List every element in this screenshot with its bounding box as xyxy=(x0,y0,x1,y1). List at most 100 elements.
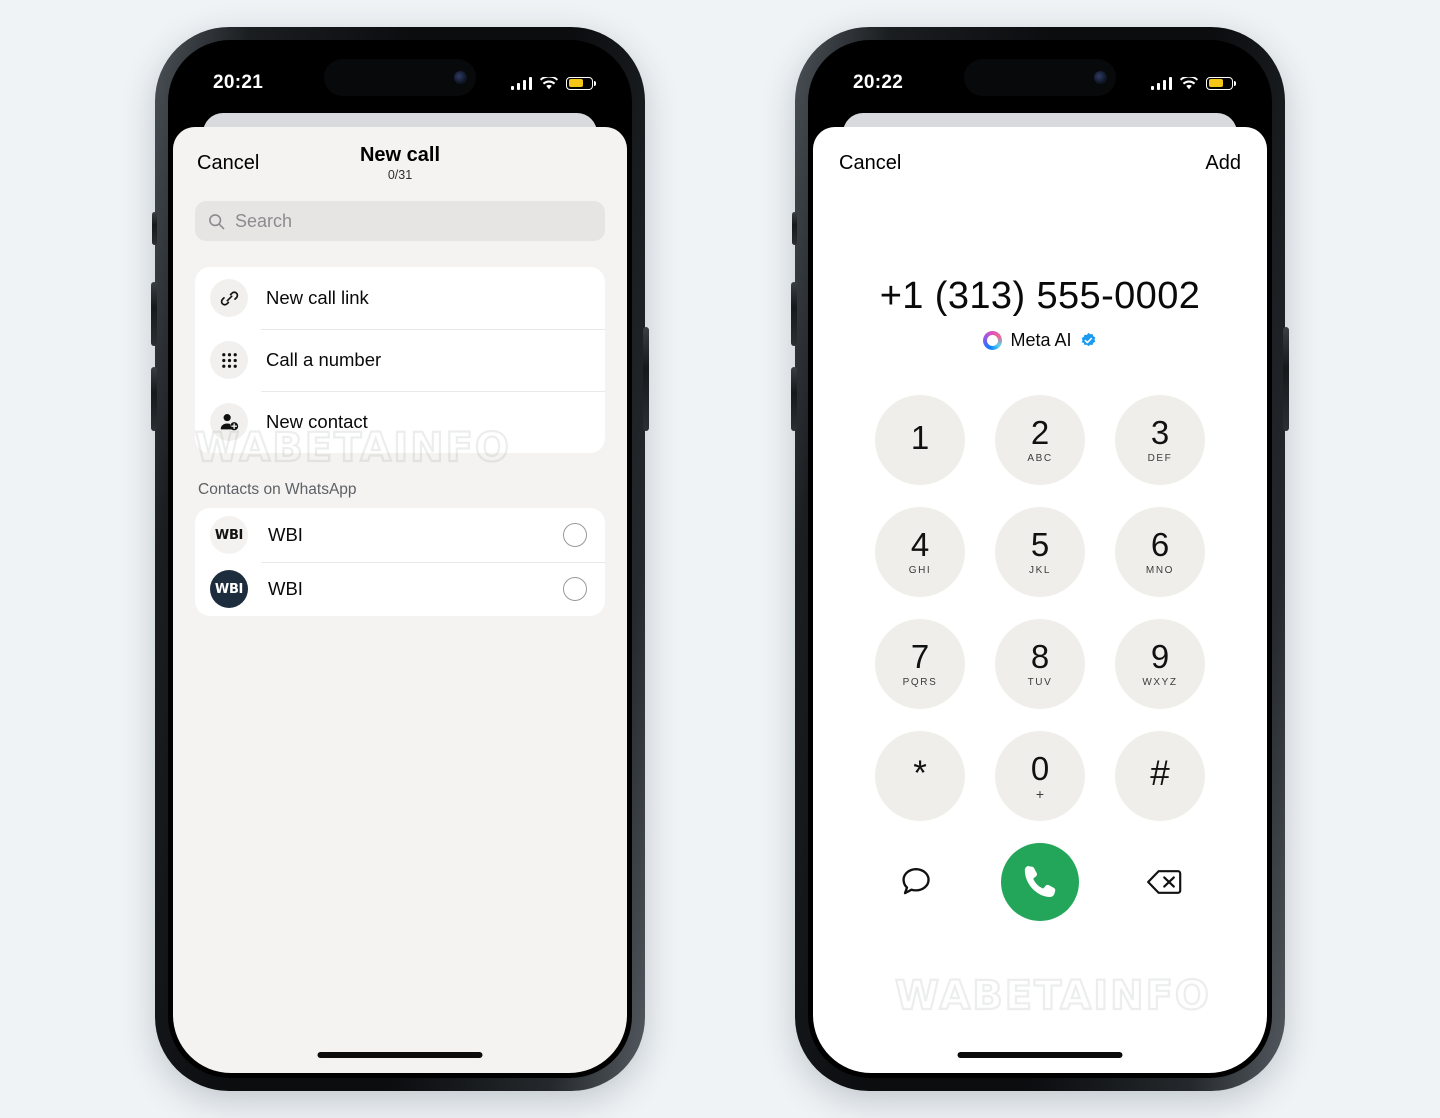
key-letters: GHI xyxy=(908,565,932,576)
call-button[interactable] xyxy=(1001,843,1079,921)
dialer-sheet: Cancel Add +1 (313) 555-0002 Meta AI 1 2… xyxy=(813,127,1267,1073)
power-button[interactable] xyxy=(1283,327,1289,431)
key-letters: PQRS xyxy=(902,677,938,688)
key-letters: ABC xyxy=(1027,453,1053,464)
dialpad-key-0[interactable]: 0 + xyxy=(995,731,1085,821)
contact-select-checkbox[interactable] xyxy=(563,577,587,601)
dynamic-island xyxy=(964,59,1116,96)
power-button[interactable] xyxy=(643,327,649,431)
mute-switch-button[interactable] xyxy=(152,212,157,245)
dialpad-key-8[interactable]: 8 TUV xyxy=(995,619,1085,709)
volume-up-button[interactable] xyxy=(791,282,797,346)
dialed-number-block: +1 (313) 555-0002 Meta AI xyxy=(813,275,1267,351)
dialpad-key-9[interactable]: 9 WXYZ xyxy=(1115,619,1205,709)
key-digit: 3 xyxy=(1150,414,1170,451)
contact-name: WBI xyxy=(268,578,303,599)
dialpad-row: 4 GHI 5 JKL 6 MNO xyxy=(875,507,1205,597)
dialer-actions xyxy=(895,843,1185,921)
battery-icon xyxy=(1206,76,1237,90)
dialpad-key-2[interactable]: 2 ABC xyxy=(995,395,1085,485)
quick-actions-card: New call link Call a number New contact xyxy=(195,267,605,453)
dialpad-key-1[interactable]: 1 xyxy=(875,395,965,485)
screen-left: 20:21 Cancel New call 0/31 Search New ca… xyxy=(173,45,627,1073)
contact-name: WBI xyxy=(268,524,303,545)
key-digit: 1 xyxy=(910,419,930,456)
dialpad-key-7[interactable]: 7 PQRS xyxy=(875,619,965,709)
key-digit: 8 xyxy=(1030,638,1050,675)
person-add-icon xyxy=(210,403,248,441)
chat-bubble-icon[interactable] xyxy=(895,861,937,903)
dialpad-row: 1 2 ABC 3 DEF xyxy=(875,395,1205,485)
add-button[interactable]: Add xyxy=(1205,152,1241,175)
contact-select-checkbox[interactable] xyxy=(563,523,587,547)
cancel-button[interactable]: Cancel xyxy=(197,152,259,175)
volume-down-button[interactable] xyxy=(791,367,797,431)
cancel-button[interactable]: Cancel xyxy=(839,152,901,175)
sheet-header-right: Cancel Add xyxy=(813,127,1267,199)
new-call-sheet: Cancel New call 0/31 Search New call lin… xyxy=(173,127,627,1073)
search-placeholder: Search xyxy=(235,210,293,231)
key-letters: WXYZ xyxy=(1142,677,1178,688)
backspace-icon[interactable] xyxy=(1143,861,1185,903)
key-digit: 0 xyxy=(1030,749,1050,787)
option-label: New call link xyxy=(266,287,369,308)
option-call-a-number[interactable]: Call a number xyxy=(195,329,605,391)
avatar: WBI xyxy=(210,516,248,554)
identity-name: Meta AI xyxy=(1010,330,1072,350)
watermark: WABETAINFO xyxy=(894,972,1211,1020)
device-bezel: 20:22 Cancel Add +1 (313) 555-0002 Meta … xyxy=(808,40,1272,1078)
dialpad-row: * 0 + # xyxy=(875,731,1205,821)
key-digit: 5 xyxy=(1030,526,1050,563)
status-indicators xyxy=(1150,76,1237,90)
key-letters: MNO xyxy=(1145,565,1175,576)
dialpad: 1 2 ABC 3 DEF 4 GHI 5 JKL 6 MNO 7 PQRS 8… xyxy=(875,395,1205,821)
meta-ai-ring-icon xyxy=(983,331,1003,350)
volume-up-button[interactable] xyxy=(151,282,157,346)
dialpad-key-hash[interactable]: # xyxy=(1115,731,1205,821)
device-bezel: 20:21 Cancel New call 0/31 Search New ca… xyxy=(168,40,632,1078)
option-label: New contact xyxy=(266,411,368,432)
contacts-card: WBI WBI WBI WBI xyxy=(195,508,605,616)
search-input[interactable]: Search xyxy=(195,201,605,241)
option-new-call-link[interactable]: New call link xyxy=(195,267,605,329)
front-camera-icon xyxy=(1094,71,1107,84)
home-indicator[interactable] xyxy=(317,1052,483,1058)
contact-identity: Meta AI xyxy=(813,330,1267,351)
key-letters: DEF xyxy=(1147,453,1173,464)
dialpad-key-3[interactable]: 3 DEF xyxy=(1115,395,1205,485)
dialpad-key-6[interactable]: 6 MNO xyxy=(1115,507,1205,597)
contact-row[interactable]: WBI WBI xyxy=(195,562,605,616)
dialpad-key-4[interactable]: 4 GHI xyxy=(875,507,965,597)
status-indicators xyxy=(510,76,597,90)
dialpad-row: 7 PQRS 8 TUV 9 WXYZ xyxy=(875,619,1205,709)
contacts-section-label: Contacts on WhatsApp xyxy=(198,481,357,498)
key-letters: TUV xyxy=(1027,677,1053,688)
avatar: WBI xyxy=(210,570,248,608)
home-indicator[interactable] xyxy=(957,1052,1123,1058)
key-digit: 2 xyxy=(1030,414,1050,451)
status-time: 20:22 xyxy=(853,72,904,93)
cellular-bars-icon xyxy=(510,76,532,90)
screenshot-canvas: 20:21 Cancel New call 0/31 Search New ca… xyxy=(0,0,1440,1118)
key-digit: 6 xyxy=(1150,526,1170,563)
screen-right: 20:22 Cancel Add +1 (313) 555-0002 Meta … xyxy=(813,45,1267,1073)
dialpad-key-5[interactable]: 5 JKL xyxy=(995,507,1085,597)
key-digit: 4 xyxy=(910,526,930,563)
link-icon xyxy=(210,279,248,317)
dynamic-island xyxy=(324,59,476,96)
phone-device-left: 20:21 Cancel New call 0/31 Search New ca… xyxy=(151,27,649,1091)
option-label: Call a number xyxy=(266,349,382,370)
contact-row[interactable]: WBI WBI xyxy=(195,508,605,562)
key-letters: JKL xyxy=(1028,565,1052,576)
key-letters: + xyxy=(1035,785,1045,802)
volume-down-button[interactable] xyxy=(151,367,157,431)
mute-switch-button[interactable] xyxy=(792,212,797,245)
dialpad-key-star[interactable]: * xyxy=(875,731,965,821)
option-new-contact[interactable]: New contact xyxy=(195,391,605,453)
cellular-bars-icon xyxy=(1150,76,1172,90)
sheet-header-left: Cancel New call 0/31 xyxy=(173,127,627,199)
phone-call-icon xyxy=(1024,866,1056,898)
phone-device-right: 20:22 Cancel Add +1 (313) 555-0002 Meta … xyxy=(791,27,1289,1091)
key-digit: * xyxy=(913,754,927,793)
key-digit: # xyxy=(1150,754,1170,793)
